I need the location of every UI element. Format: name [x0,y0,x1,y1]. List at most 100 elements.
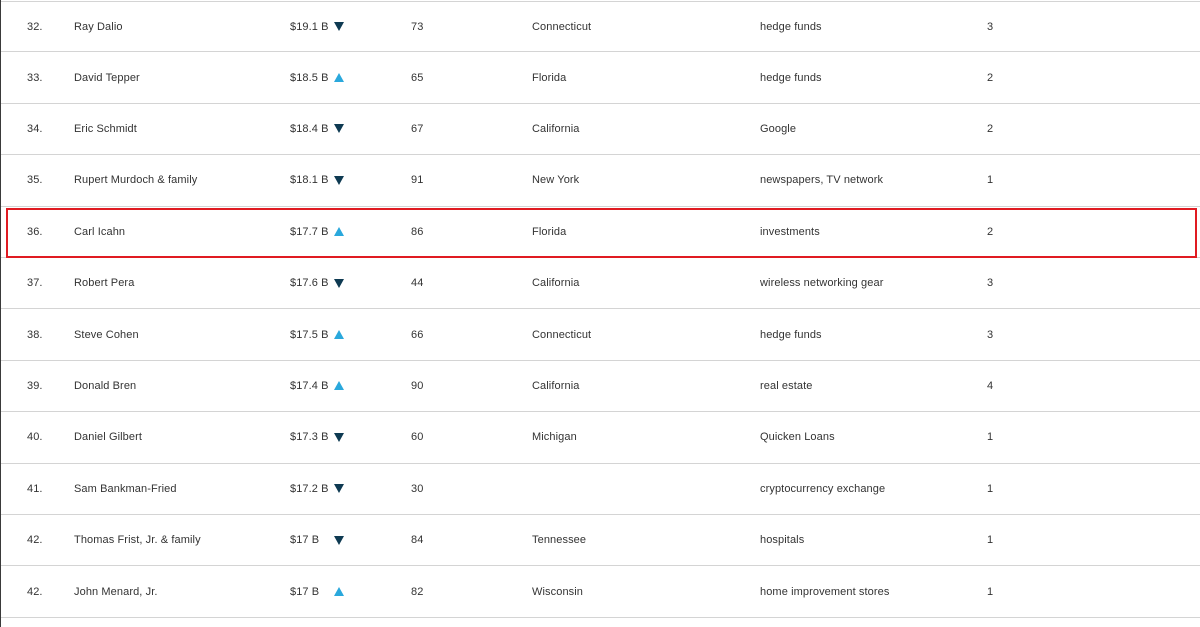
age-cell: 86 [411,225,424,238]
rank-cell: 36. [27,225,43,238]
source-cell: real estate [760,379,813,392]
net-worth-cell: $17.4 B [290,379,329,392]
rank-cell: 42. [27,585,43,598]
age-cell: 44 [411,277,424,290]
name-cell: Steve Cohen [74,328,139,341]
rank-cell: 34. [27,122,43,135]
name-cell: Thomas Frist, Jr. & family [74,534,201,547]
table-row[interactable]: 39. Donald Bren $17.4 B 90 California real es… [1,361,1200,413]
generation-cell: 2 [987,122,994,135]
table-row[interactable]: 36. Carl Icahn $17.7 B 86 Florida investments… [1,207,1200,258]
rank-cell: 32. [27,20,43,33]
age-cell: 84 [411,534,424,547]
state-cell: Tennessee [532,534,587,547]
arrow-down-icon [333,258,345,308]
arrow-up-icon [333,207,345,257]
name-cell: Sam Bankman-Fried [74,482,177,495]
table-row[interactable]: 38. Steve Cohen $17.5 B 66 Connecticut hedge … [1,309,1200,361]
generation-cell: 4 [987,379,994,392]
source-cell: Google [760,122,797,135]
table-row[interactable]: 34. Eric Schmidt $18.4 B 67 California Google… [1,104,1200,156]
source-cell: hospitals [760,534,805,547]
net-worth-cell: $18.1 B [290,174,329,187]
generation-cell: 1 [987,482,994,495]
net-worth-cell: $17.2 B [290,482,329,495]
net-worth-cell: $19.1 B [290,20,329,33]
rankings-table: 32. Ray Dalio $19.1 B 73 Connecticut hedge fu… [0,0,1200,627]
table-row[interactable]: 41. Sam Bankman-Fried $17.2 B 30 cryptocurre… [1,464,1200,515]
rank-cell: 38. [27,328,43,341]
triangle-down-icon [334,22,344,32]
rank-cell: 41. [27,482,43,495]
rank-cell: 42. [27,534,43,547]
name-cell: Daniel Gilbert [74,431,143,444]
net-worth-cell: $17 B [290,585,320,598]
state-cell: New York [532,174,580,187]
source-cell: cryptocurrency exchange [760,482,886,495]
table-row[interactable]: 42. John Menard, Jr. $17 B 82 Wisconsin home … [1,566,1200,618]
arrow-up-icon [333,361,345,411]
generation-cell: 3 [987,328,994,341]
generation-cell: 1 [987,585,994,598]
table-row[interactable]: 32. Ray Dalio $19.1 B 73 Connecticut hedge fu… [1,1,1200,53]
table-row[interactable]: 33. David Tepper $18.5 B 65 Florida hedge fun… [1,52,1200,104]
generation-cell: 3 [987,20,994,33]
state-cell: Wisconsin [532,585,584,598]
arrow-up-icon [333,309,345,359]
state-cell: Connecticut [532,20,592,33]
age-cell: 66 [411,328,424,341]
net-worth-cell: $18.4 B [290,122,329,135]
triangle-up-icon [334,73,344,83]
arrow-down-icon [333,464,345,514]
generation-cell: 3 [987,277,994,290]
net-worth-cell: $17.6 B [290,277,329,290]
triangle-down-icon [334,175,344,185]
source-cell: home improvement stores [760,585,890,598]
age-cell: 65 [411,71,424,84]
table-row[interactable]: 40. Daniel Gilbert $17.3 B 60 Michigan Quicke… [1,412,1200,464]
name-cell: Eric Schmidt [74,122,137,135]
generation-cell: 1 [987,174,994,187]
source-cell: investments [760,225,820,238]
generation-cell: 2 [987,225,994,238]
net-worth-cell: $17.5 B [290,328,329,341]
table-row[interactable]: 42. Thomas Frist, Jr. & family $17 B 84 Tenn… [1,515,1200,567]
arrow-down-icon [333,155,345,205]
source-cell: hedge funds [760,71,822,84]
arrow-up-icon [333,52,345,102]
source-cell: newspapers, TV network [760,174,884,187]
net-worth-cell: $17.7 B [290,225,329,238]
source-cell: Quicken Loans [760,431,835,444]
arrow-down-icon [333,412,345,462]
state-cell: Michigan [532,431,577,444]
triangle-down-icon [334,535,344,545]
source-cell: wireless networking gear [760,277,884,290]
name-cell: Robert Pera [74,277,135,290]
name-cell: Carl Icahn [74,225,126,238]
age-cell: 73 [411,20,424,33]
age-cell: 30 [411,482,424,495]
generation-cell: 1 [987,431,994,444]
arrow-up-icon [333,566,345,616]
arrow-down-icon [333,104,345,154]
table-row[interactable]: 37. Robert Pera $17.6 B 44 California wireles… [1,258,1200,310]
source-cell: hedge funds [760,328,822,341]
arrow-down-icon [333,2,345,51]
state-cell: California [532,277,580,290]
age-cell: 82 [411,585,424,598]
name-cell: Ray Dalio [74,20,123,33]
arrow-down-icon [333,515,345,565]
triangle-up-icon [334,330,344,340]
net-worth-cell: $18.5 B [290,71,329,84]
rank-cell: 39. [27,379,43,392]
table-row[interactable]: 35. Rupert Murdoch & family $18.1 B 91 New Y… [1,155,1200,207]
triangle-down-icon [334,124,344,134]
triangle-down-icon [334,432,344,442]
state-cell: California [532,379,580,392]
state-cell: Florida [532,71,567,84]
name-cell: Rupert Murdoch & family [74,174,198,187]
triangle-up-icon [334,381,344,391]
name-cell: John Menard, Jr. [74,585,158,598]
triangle-down-icon [334,484,344,494]
rank-cell: 33. [27,71,43,84]
